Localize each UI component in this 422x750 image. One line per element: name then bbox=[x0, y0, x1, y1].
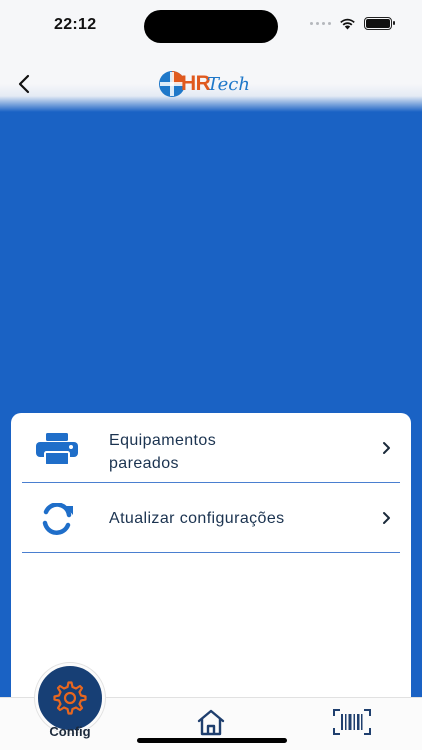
gear-icon bbox=[53, 681, 87, 715]
cellular-signal-icon bbox=[310, 22, 331, 25]
refresh-icon bbox=[42, 503, 73, 535]
menu-item-update-settings[interactable]: Atualizar configurações bbox=[22, 483, 400, 553]
barcode-scanner-icon[interactable] bbox=[333, 709, 371, 735]
logo-tech-text: Tech bbox=[207, 74, 250, 95]
menu-label-paired-devices: Equipamentos pareados bbox=[109, 432, 217, 472]
back-arrow-icon[interactable] bbox=[12, 72, 36, 96]
menu-label-update-settings: Atualizar configurações bbox=[109, 510, 285, 527]
status-bar: 22:12 bbox=[0, 0, 422, 52]
chevron-right-icon bbox=[383, 512, 390, 524]
chevron-right-icon bbox=[383, 442, 390, 454]
tab-config-label: Config bbox=[49, 724, 91, 739]
status-time: 22:12 bbox=[54, 16, 97, 33]
config-tab-circle bbox=[35, 663, 105, 733]
battery-icon bbox=[364, 17, 395, 30]
hrtech-logo: HR Tech bbox=[157, 68, 261, 100]
dynamic-island bbox=[144, 10, 278, 43]
tab-config[interactable]: Config bbox=[33, 663, 107, 750]
printer-icon bbox=[36, 433, 78, 465]
wifi-icon bbox=[340, 18, 355, 30]
status-indicators bbox=[310, 17, 395, 30]
home-icon[interactable] bbox=[196, 708, 226, 736]
menu-item-paired-devices[interactable]: Equipamentos pareados bbox=[22, 413, 400, 483]
logo-hr-text: HR bbox=[181, 72, 211, 95]
home-indicator bbox=[137, 738, 287, 743]
